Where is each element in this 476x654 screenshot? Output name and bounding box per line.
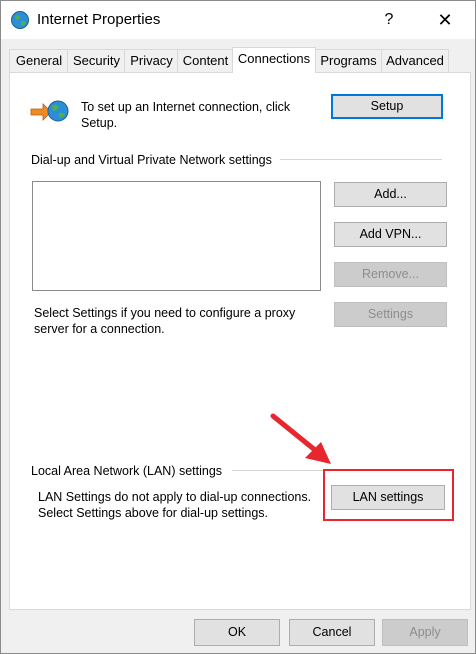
lan-settings-highlight-box [323, 469, 454, 521]
red-pointer-arrow-icon [270, 413, 331, 464]
cancel-button[interactable]: Cancel [289, 619, 375, 646]
tab-strip: General Security Privacy Content Connect… [9, 47, 469, 73]
proxy-settings-text: Select Settings if you need to configure… [34, 306, 296, 336]
remove-button[interactable]: Remove... [334, 262, 447, 287]
apply-button[interactable]: Apply [382, 619, 468, 646]
tab-connections[interactable]: Connections [232, 47, 316, 73]
globe-icon [11, 11, 29, 29]
add-vpn-button[interactable]: Add VPN... [334, 222, 447, 247]
vpn-section-heading: Dial-up and Virtual Private Network sett… [31, 153, 272, 167]
internet-properties-dialog: Internet Properties ? ✕ General Security… [0, 0, 476, 654]
setup-button[interactable]: Setup [331, 94, 443, 119]
add-button[interactable]: Add... [334, 182, 447, 207]
network-connection-icon [30, 100, 69, 122]
tab-advanced[interactable]: Advanced [381, 49, 449, 72]
close-button[interactable]: ✕ [427, 7, 463, 33]
ok-button[interactable]: OK [194, 619, 280, 646]
tab-security[interactable]: Security [67, 49, 126, 72]
vpn-section-divider [280, 159, 442, 160]
tab-privacy[interactable]: Privacy [124, 49, 179, 72]
help-button[interactable]: ? [374, 7, 404, 33]
tab-general[interactable]: General [9, 49, 69, 72]
setup-instruction-text: To set up an Internet connection, click … [81, 100, 291, 130]
connections-panel: To set up an Internet connection, click … [9, 72, 471, 610]
connections-listbox[interactable] [32, 181, 321, 291]
window-title: Internet Properties [37, 11, 161, 28]
settings-button[interactable]: Settings [334, 302, 447, 327]
title-bar[interactable]: Internet Properties ? ✕ [1, 1, 475, 39]
tab-content[interactable]: Content [177, 49, 234, 72]
lan-section-heading: Local Area Network (LAN) settings [31, 464, 223, 478]
tab-programs[interactable]: Programs [314, 49, 383, 72]
lan-info-text: LAN Settings do not apply to dial-up con… [38, 490, 312, 520]
